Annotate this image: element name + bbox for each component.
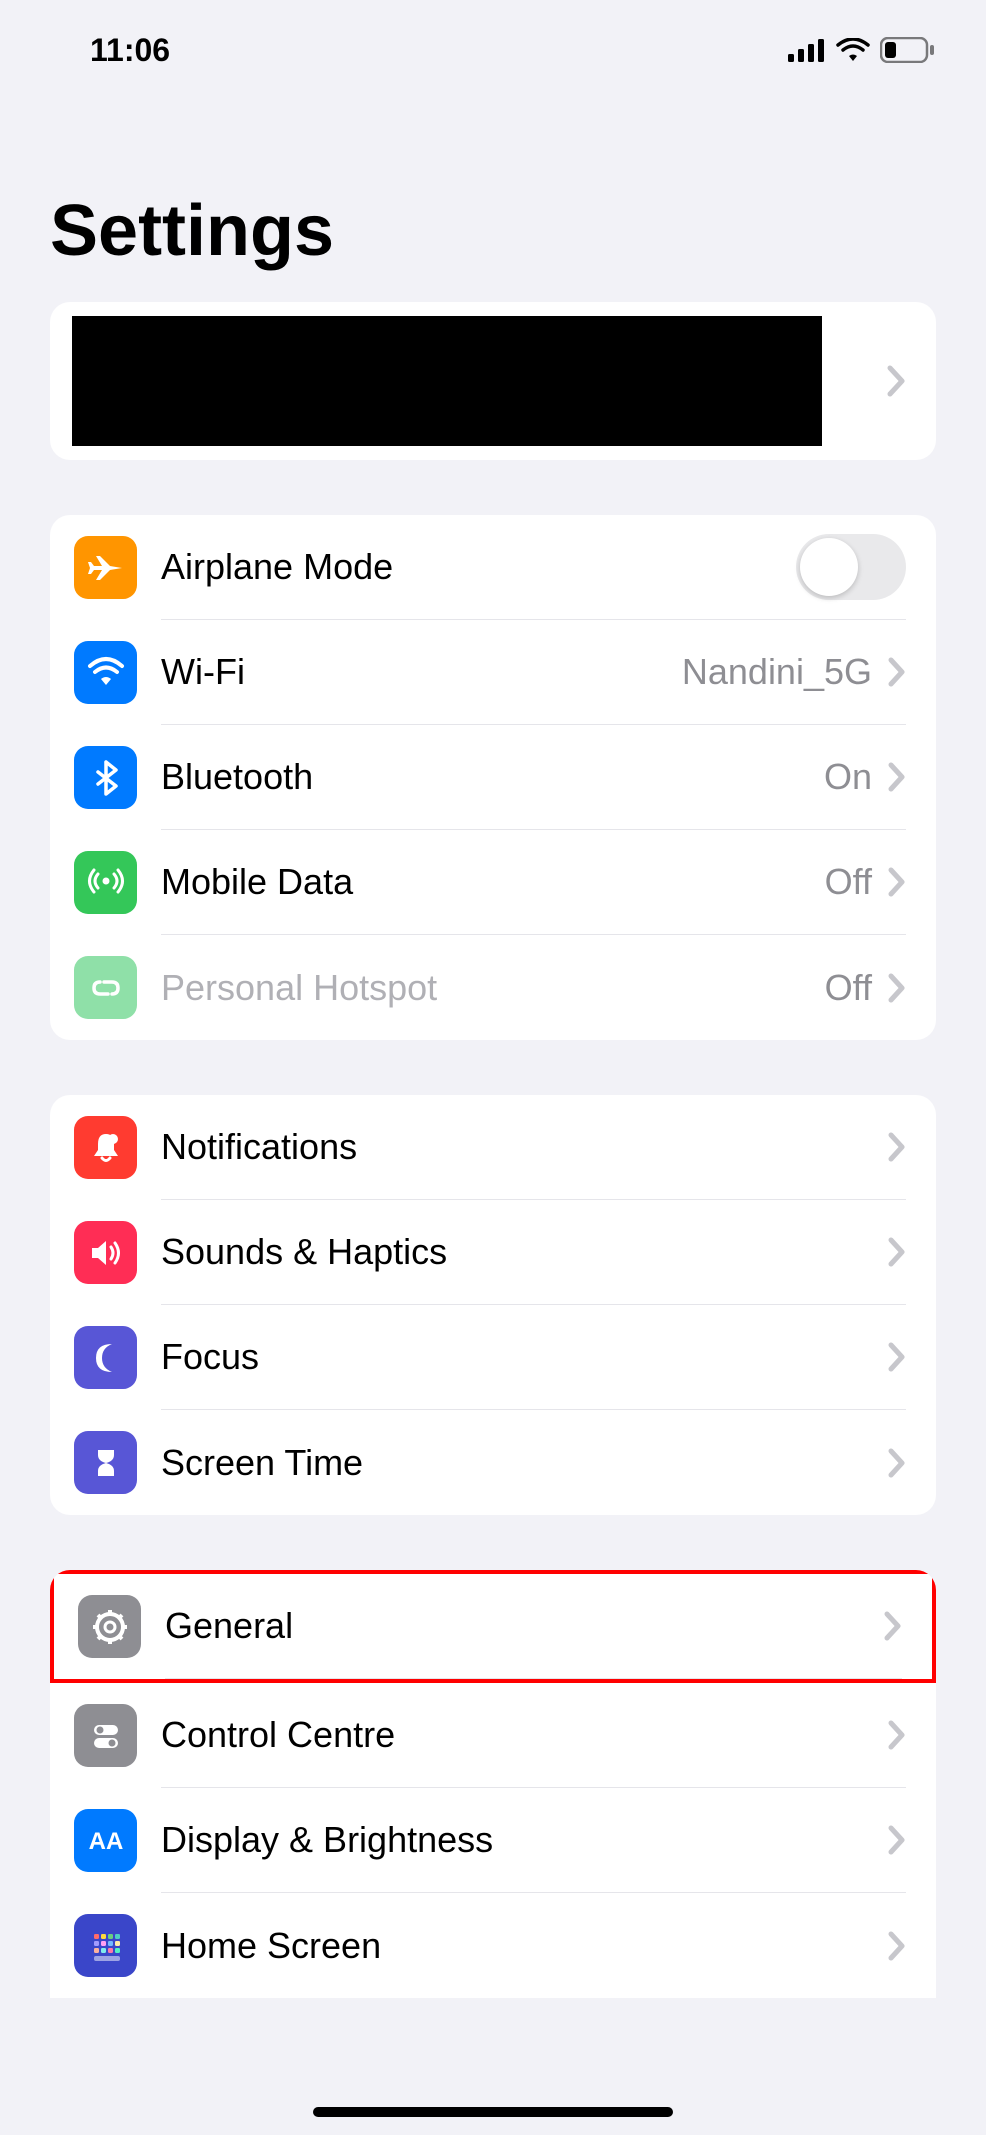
row-bluetooth[interactable]: Bluetooth On [50, 725, 936, 830]
row-label: Focus [161, 1336, 888, 1378]
chevron-right-icon [886, 364, 906, 398]
battery-low-icon [880, 37, 936, 63]
aa-icon: AA [74, 1809, 137, 1872]
row-mobile-data[interactable]: Mobile Data Off [50, 830, 936, 935]
row-value: Off [825, 861, 872, 903]
cellular-signal-icon [788, 38, 826, 62]
row-label: Notifications [161, 1126, 888, 1168]
bluetooth-icon [74, 746, 137, 809]
chevron-right-icon [888, 1720, 906, 1750]
moon-icon [74, 1326, 137, 1389]
row-label: Personal Hotspot [161, 967, 825, 1009]
wifi-status-icon [836, 38, 870, 62]
antenna-icon [74, 851, 137, 914]
toggle-knob [800, 538, 858, 596]
chevron-right-icon [888, 1237, 906, 1267]
row-display-brightness[interactable]: AA Display & Brightness [50, 1788, 936, 1893]
row-value: On [824, 756, 872, 798]
profile-row[interactable] [50, 302, 936, 460]
row-notifications[interactable]: Notifications [50, 1095, 936, 1200]
airplane-toggle[interactable] [796, 534, 906, 600]
row-value: Off [825, 967, 872, 1009]
row-value: Nandini_5G [682, 651, 872, 693]
row-label: Mobile Data [161, 861, 825, 903]
chevron-right-icon [888, 1448, 906, 1478]
settings-group-general: General Control Centre AA Display & Brig… [50, 1570, 936, 1998]
status-time: 11:06 [90, 32, 170, 69]
row-screen-time[interactable]: Screen Time [50, 1410, 936, 1515]
row-label: Display & Brightness [161, 1819, 888, 1861]
speaker-icon [74, 1221, 137, 1284]
chevron-right-icon [888, 1132, 906, 1162]
hourglass-icon [74, 1431, 137, 1494]
svg-text:AA: AA [88, 1828, 123, 1855]
wifi-icon [74, 641, 137, 704]
row-label: Wi-Fi [161, 651, 682, 693]
row-label: Control Centre [161, 1714, 888, 1756]
chevron-right-icon [888, 1825, 906, 1855]
chevron-right-icon [884, 1611, 902, 1641]
chevron-right-icon [888, 657, 906, 687]
row-label: General [165, 1605, 884, 1647]
row-control-centre[interactable]: Control Centre [50, 1683, 936, 1788]
settings-group-notifications: Notifications Sounds & Haptics Focus Scr… [50, 1095, 936, 1515]
toggles-icon [74, 1704, 137, 1767]
chevron-right-icon [888, 1931, 906, 1961]
page-title: Settings [0, 80, 986, 302]
homegrid-icon [74, 1914, 137, 1977]
airplane-icon [74, 536, 137, 599]
row-wifi[interactable]: Wi-Fi Nandini_5G [50, 620, 936, 725]
row-sounds[interactable]: Sounds & Haptics [50, 1200, 936, 1305]
profile-redacted-block [72, 316, 822, 446]
row-focus[interactable]: Focus [50, 1305, 936, 1410]
bell-icon [74, 1116, 137, 1179]
row-home-screen[interactable]: Home Screen [50, 1893, 936, 1998]
hotspot-icon [74, 956, 137, 1019]
row-general[interactable]: General [50, 1570, 936, 1683]
row-label: Sounds & Haptics [161, 1231, 888, 1273]
chevron-right-icon [888, 973, 906, 1003]
row-personal-hotspot[interactable]: Personal Hotspot Off [50, 935, 936, 1040]
row-label: Airplane Mode [161, 546, 796, 588]
home-indicator[interactable] [313, 2107, 673, 2117]
status-icons [788, 37, 936, 63]
chevron-right-icon [888, 762, 906, 792]
row-airplane-mode[interactable]: Airplane Mode [50, 515, 936, 620]
settings-group-connectivity: Airplane Mode Wi-Fi Nandini_5G Bluetooth… [50, 515, 936, 1040]
chevron-right-icon [888, 1342, 906, 1372]
chevron-right-icon [888, 867, 906, 897]
row-label: Bluetooth [161, 756, 824, 798]
status-bar: 11:06 [0, 0, 986, 80]
row-label: Home Screen [161, 1925, 888, 1967]
gear-icon [78, 1595, 141, 1658]
row-label: Screen Time [161, 1442, 888, 1484]
